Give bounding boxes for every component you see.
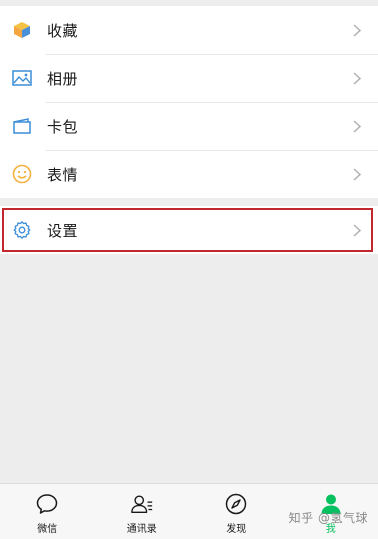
section-divider: [0, 198, 378, 206]
menu-item-stickers[interactable]: 表情: [0, 150, 378, 198]
menu-item-label: 卡包: [47, 117, 79, 136]
menu-item-card-wallet[interactable]: 卡包: [0, 102, 378, 150]
watermark: 知乎 @氢气球: [288, 511, 368, 525]
tab-label: 微信: [37, 524, 58, 535]
smile-icon: [11, 163, 33, 185]
chat-bubble-icon: [35, 492, 59, 516]
menu-item-album[interactable]: 相册: [0, 54, 378, 102]
menu-item-favorites[interactable]: 收藏: [0, 6, 378, 54]
card-icon: [11, 115, 33, 137]
bottom-tab-bar: 微信 通讯录 发现 我 知乎 @氢气球: [0, 483, 378, 539]
contacts-icon: [130, 492, 154, 516]
chevron-right-icon: [352, 223, 362, 237]
tab-contacts[interactable]: 通讯录: [95, 484, 190, 539]
tab-label: 通讯录: [126, 524, 157, 535]
menu-item-label: 收藏: [47, 21, 79, 40]
me-page-screen: 收藏 相册 卡包 表情 设置 微信 通讯录 发现 我 知乎 @氢气球: [0, 0, 378, 539]
settings-group: 设置: [0, 206, 378, 254]
tab-label: 发现: [226, 524, 247, 535]
menu-item-label: 相册: [47, 69, 79, 88]
menu-item-label: 表情: [47, 165, 79, 184]
menu-item-label: 设置: [47, 221, 79, 240]
chevron-right-icon: [352, 71, 362, 85]
chevron-right-icon: [352, 119, 362, 133]
chevron-right-icon: [352, 167, 362, 181]
menu-item-settings[interactable]: 设置: [0, 206, 378, 254]
image-icon: [11, 67, 33, 89]
menu-group: 收藏 相册 卡包 表情: [0, 6, 378, 198]
cube-icon: [11, 19, 33, 41]
compass-icon: [224, 492, 248, 516]
tab-discover[interactable]: 发现: [189, 484, 284, 539]
chevron-right-icon: [352, 23, 362, 37]
gear-icon: [11, 219, 33, 241]
tab-chats[interactable]: 微信: [0, 484, 95, 539]
